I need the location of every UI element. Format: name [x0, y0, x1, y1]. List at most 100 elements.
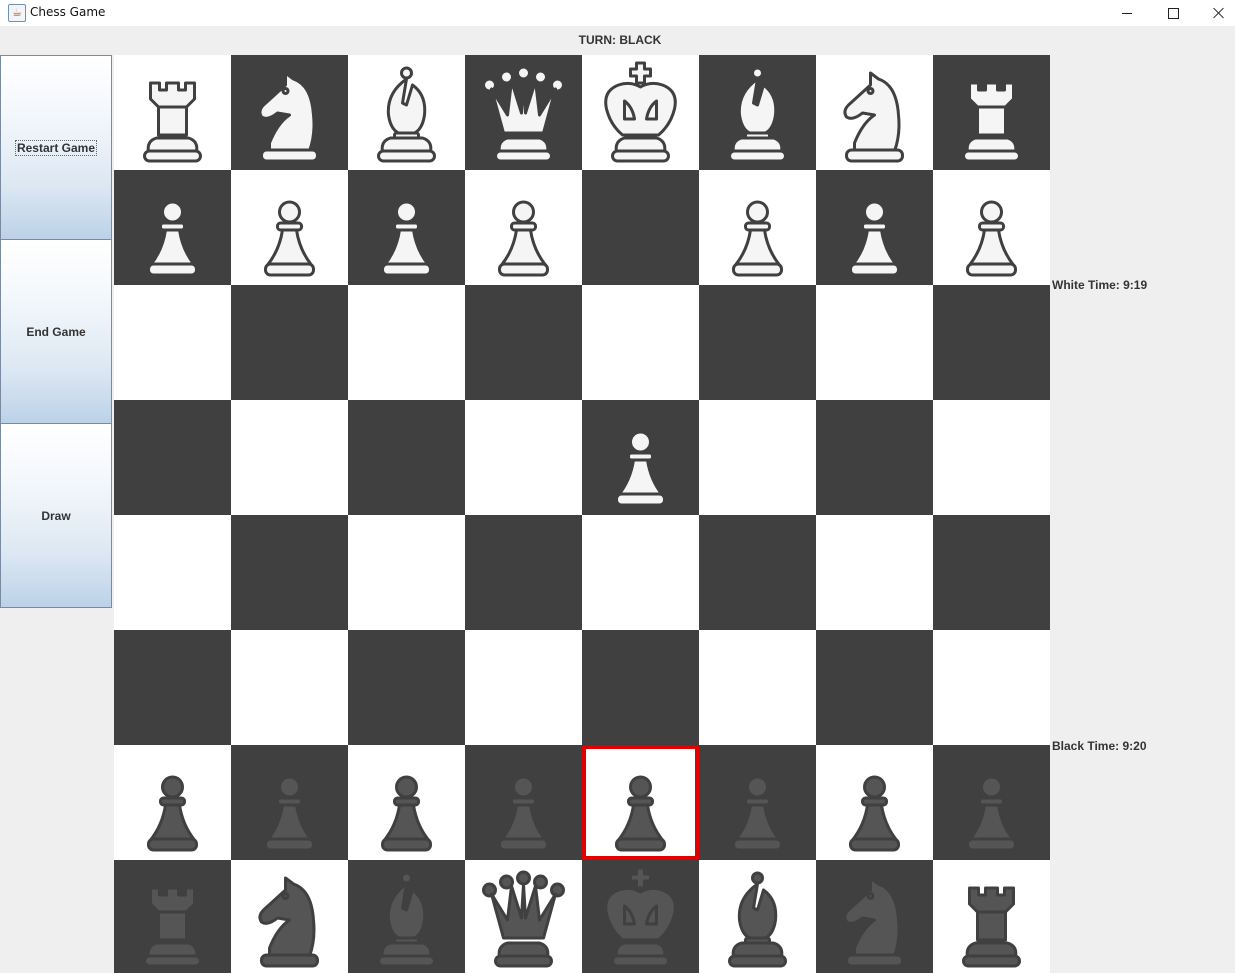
minimize-button[interactable] [1104, 0, 1150, 26]
square-d8[interactable] [465, 55, 582, 170]
black-bishop-icon [377, 871, 436, 968]
square-d6[interactable] [465, 285, 582, 400]
square-c8[interactable] [348, 55, 465, 170]
square-d1[interactable] [465, 860, 582, 973]
black-queen-icon [482, 870, 565, 968]
square-g1[interactable] [816, 860, 933, 973]
square-c3[interactable] [348, 630, 465, 745]
black-pawn-icon [381, 775, 432, 852]
square-e1[interactable] [582, 860, 699, 973]
white-pawn-icon [732, 200, 783, 277]
square-d3[interactable] [465, 630, 582, 745]
square-e7[interactable] [582, 170, 699, 285]
square-a6[interactable] [114, 285, 231, 400]
square-h1[interactable] [933, 860, 1050, 973]
square-b5[interactable] [231, 400, 348, 515]
square-h3[interactable] [933, 630, 1050, 745]
square-b6[interactable] [231, 285, 348, 400]
square-h4[interactable] [933, 515, 1050, 630]
white-pawn-icon [498, 200, 549, 277]
close-button[interactable] [1196, 0, 1235, 26]
square-f7[interactable] [699, 170, 816, 285]
square-e6[interactable] [582, 285, 699, 400]
square-d7[interactable] [465, 170, 582, 285]
square-g6[interactable] [816, 285, 933, 400]
black-knight-icon [258, 876, 319, 968]
square-g2[interactable] [816, 745, 933, 860]
square-h7[interactable] [933, 170, 1050, 285]
square-g8[interactable] [816, 55, 933, 170]
square-b1[interactable] [231, 860, 348, 973]
minimize-icon [1122, 12, 1132, 14]
white-rook-icon [962, 81, 1021, 163]
white-queen-icon [482, 65, 565, 163]
black-bishop-icon [728, 871, 787, 968]
black-king-icon [604, 866, 677, 968]
maximize-icon [1167, 7, 1179, 19]
white-king-icon [604, 61, 677, 163]
white-pawn-icon [615, 430, 666, 507]
square-h6[interactable] [933, 285, 1050, 400]
square-d5[interactable] [465, 400, 582, 515]
square-f4[interactable] [699, 515, 816, 630]
maximize-button[interactable] [1150, 0, 1196, 26]
square-a1[interactable] [114, 860, 231, 973]
square-c4[interactable] [348, 515, 465, 630]
black-pawn-icon [498, 775, 549, 852]
square-h8[interactable] [933, 55, 1050, 170]
square-a4[interactable] [114, 515, 231, 630]
square-f1[interactable] [699, 860, 816, 973]
title-bar: ☕ Chess Game [0, 0, 1235, 26]
square-e8[interactable] [582, 55, 699, 170]
square-a2[interactable] [114, 745, 231, 860]
square-b2[interactable] [231, 745, 348, 860]
restart-game-button[interactable]: Restart Game [0, 55, 112, 240]
square-g5[interactable] [816, 400, 933, 515]
chess-board [114, 55, 1050, 973]
square-f8[interactable] [699, 55, 816, 170]
end-game-button[interactable]: End Game [0, 239, 112, 424]
square-b3[interactable] [231, 630, 348, 745]
square-g3[interactable] [816, 630, 933, 745]
square-g4[interactable] [816, 515, 933, 630]
black-rook-icon [143, 886, 202, 968]
square-b4[interactable] [231, 515, 348, 630]
square-e4[interactable] [582, 515, 699, 630]
square-e5[interactable] [582, 400, 699, 515]
square-f6[interactable] [699, 285, 816, 400]
square-g7[interactable] [816, 170, 933, 285]
square-c1[interactable] [348, 860, 465, 973]
square-e3[interactable] [582, 630, 699, 745]
java-cup-icon: ☕ [8, 4, 26, 22]
square-c7[interactable] [348, 170, 465, 285]
square-a5[interactable] [114, 400, 231, 515]
square-b7[interactable] [231, 170, 348, 285]
square-a8[interactable] [114, 55, 231, 170]
draw-label: Draw [41, 508, 71, 523]
square-c2[interactable] [348, 745, 465, 860]
square-e2[interactable] [582, 745, 699, 860]
end-game-label: End Game [26, 324, 86, 339]
square-h5[interactable] [933, 400, 1050, 515]
square-f3[interactable] [699, 630, 816, 745]
square-c5[interactable] [348, 400, 465, 515]
square-h2[interactable] [933, 745, 1050, 860]
draw-button[interactable]: Draw [0, 423, 112, 608]
white-bishop-icon [377, 66, 436, 163]
square-b8[interactable] [231, 55, 348, 170]
window-title: Chess Game [30, 5, 106, 19]
black-pawn-icon [966, 775, 1017, 852]
square-a3[interactable] [114, 630, 231, 745]
square-a7[interactable] [114, 170, 231, 285]
white-pawn-icon [264, 200, 315, 277]
black-pawn-icon [147, 775, 198, 852]
white-timer: White Time: 9:19 [1052, 278, 1148, 292]
black-pawn-icon [849, 775, 900, 852]
square-f2[interactable] [699, 745, 816, 860]
square-d2[interactable] [465, 745, 582, 860]
square-c6[interactable] [348, 285, 465, 400]
white-rook-icon [143, 81, 202, 163]
square-f5[interactable] [699, 400, 816, 515]
square-d4[interactable] [465, 515, 582, 630]
white-pawn-icon [849, 200, 900, 277]
